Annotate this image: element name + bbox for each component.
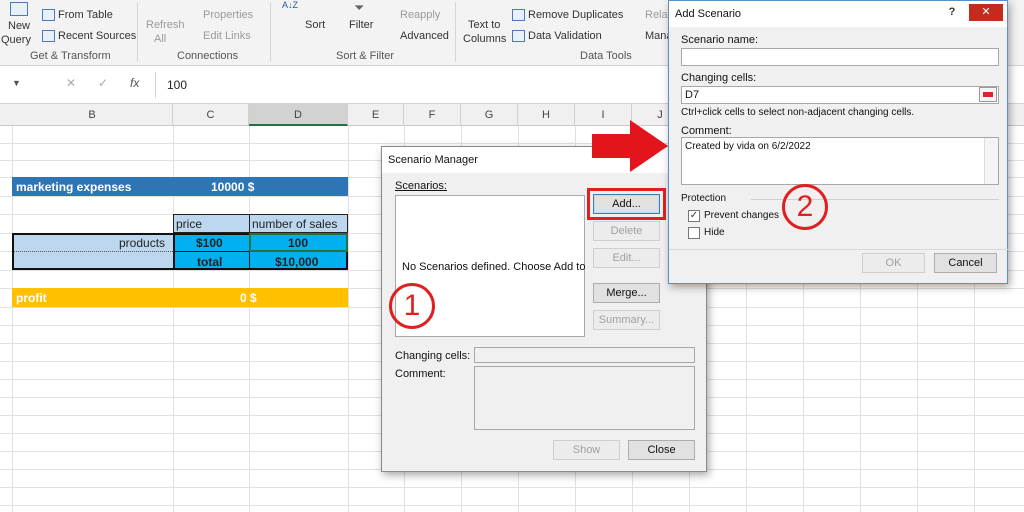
summary-button[interactable]: Summary... <box>593 310 660 330</box>
sort-button[interactable]: Sort <box>305 19 325 31</box>
footer-divider <box>669 249 1009 250</box>
close-icon[interactable]: ✕ <box>969 4 1003 21</box>
comment-scrollbar[interactable] <box>984 138 998 184</box>
marketing-label[interactable]: marketing expenses <box>16 178 131 196</box>
comment-value: Created by vida on 6/2/2022 <box>685 141 811 152</box>
header-divider <box>249 214 250 233</box>
comment-display <box>474 366 695 430</box>
step-2-annotation: 2 <box>782 184 828 230</box>
changing-cells-value: D7 <box>685 89 700 101</box>
red-arrow-annotation <box>592 120 668 172</box>
add-scenario-dialog: Add Scenario ? ✕ Scenario name: Changing… <box>668 0 1009 284</box>
profit-row <box>12 288 348 307</box>
enter-entry-icon[interactable]: ✓ <box>98 76 108 90</box>
protection-label: Protection <box>681 193 727 204</box>
column-header[interactable]: D <box>249 104 348 126</box>
column-header[interactable]: B <box>12 104 173 126</box>
data-validation-button[interactable]: Data Validation <box>528 30 602 42</box>
changing-cells-display <box>474 347 695 363</box>
changing-cells-label: Changing cells: <box>395 350 471 362</box>
scenarios-empty-text: No Scenarios defined. Choose Add to <box>402 261 586 273</box>
close-button[interactable]: Close <box>628 440 695 460</box>
scenario-name-input[interactable] <box>681 48 999 66</box>
edit-scenario-button[interactable]: Edit... <box>593 248 660 268</box>
comment-label: Comment: <box>681 125 732 137</box>
column-header[interactable]: H <box>518 104 575 126</box>
profit-value[interactable]: 0 $ <box>240 289 257 307</box>
delete-scenario-button[interactable]: Delete <box>593 221 660 241</box>
cancel-entry-icon[interactable]: ✕ <box>66 76 76 90</box>
group-separator <box>270 2 271 62</box>
group-separator <box>455 2 456 62</box>
advanced-button[interactable]: Advanced <box>400 30 449 42</box>
column-header[interactable]: G <box>461 104 518 126</box>
from-table-button[interactable]: From Table <box>58 9 113 21</box>
new-query-icon <box>10 2 28 16</box>
group-sort-filter: Sort & Filter <box>336 50 395 62</box>
reapply-button[interactable]: Reapply <box>400 9 440 21</box>
profit-label[interactable]: profit <box>16 289 47 307</box>
column-header[interactable]: F <box>404 104 461 126</box>
sales-value[interactable]: 100 <box>288 234 308 252</box>
text-to-columns-button[interactable]: Text to <box>468 19 500 31</box>
ok-button[interactable]: OK <box>862 253 925 273</box>
marketing-value[interactable]: 10000 $ <box>211 178 254 196</box>
changing-cells-hint: Ctrl+click cells to select non-adjacent … <box>681 107 915 118</box>
name-box-dropdown-icon[interactable]: ▼ <box>12 78 21 88</box>
scenarios-label: Scenarios: <box>395 180 447 192</box>
total-value[interactable]: $10,000 <box>275 253 318 271</box>
table-icon <box>42 9 55 21</box>
recent-sources-icon <box>42 30 55 42</box>
group-data-tools: Data Tools <box>580 50 632 62</box>
remove-duplicates-button[interactable]: Remove Duplicates <box>528 9 623 21</box>
recent-sources-button[interactable]: Recent Sources <box>58 30 136 42</box>
merge-scenarios-button[interactable]: Merge... <box>593 283 660 303</box>
hide-checkbox[interactable] <box>688 227 700 239</box>
column-header[interactable]: E <box>348 104 404 126</box>
changing-cells-input[interactable] <box>681 86 999 104</box>
sales-header[interactable]: number of sales <box>252 215 337 233</box>
group-separator <box>137 2 138 62</box>
scenario-name-label: Scenario name: <box>681 34 759 46</box>
column-header[interactable]: C <box>173 104 249 126</box>
refresh-all-button[interactable]: Refresh <box>146 19 185 31</box>
products-label[interactable]: products <box>119 234 165 252</box>
changing-cells-label: Changing cells: <box>681 72 757 84</box>
insert-function-icon[interactable]: fx <box>130 76 139 90</box>
filter-button[interactable]: Filter <box>349 19 373 31</box>
show-button[interactable]: Show <box>553 440 620 460</box>
total-label[interactable]: total <box>197 253 222 271</box>
prevent-changes-label[interactable]: Prevent changes <box>704 210 779 221</box>
add-button-highlight <box>587 188 666 220</box>
cancel-button[interactable]: Cancel <box>934 253 997 273</box>
group-connections: Connections <box>177 50 239 62</box>
refresh-all-label: All <box>154 33 167 45</box>
comment-label: Comment: <box>395 368 446 380</box>
prevent-changes-checkbox[interactable]: ✓ <box>688 210 700 222</box>
help-icon[interactable]: ? <box>941 4 963 21</box>
text-to-columns-label: Columns <box>463 33 507 45</box>
edit-links-button[interactable]: Edit Links <box>203 30 251 42</box>
range-select-icon[interactable] <box>979 87 997 102</box>
remove-duplicates-icon <box>512 9 525 21</box>
hide-label[interactable]: Hide <box>704 227 725 238</box>
new-query-dropdown[interactable]: Query <box>1 34 31 46</box>
sort-az-icon[interactable]: A↓Z <box>282 0 298 10</box>
price-header[interactable]: price <box>176 215 202 233</box>
step-1-annotation: 1 <box>389 283 435 329</box>
group-get-transform: Get & Transform <box>30 50 111 62</box>
formula-value: 100 <box>167 78 188 92</box>
data-validation-icon <box>512 30 525 42</box>
price-value[interactable]: $100 <box>196 234 223 252</box>
properties-button[interactable]: Properties <box>203 9 253 21</box>
filter-icon: ⏷ <box>354 0 365 15</box>
new-query-button[interactable]: New <box>8 20 30 32</box>
